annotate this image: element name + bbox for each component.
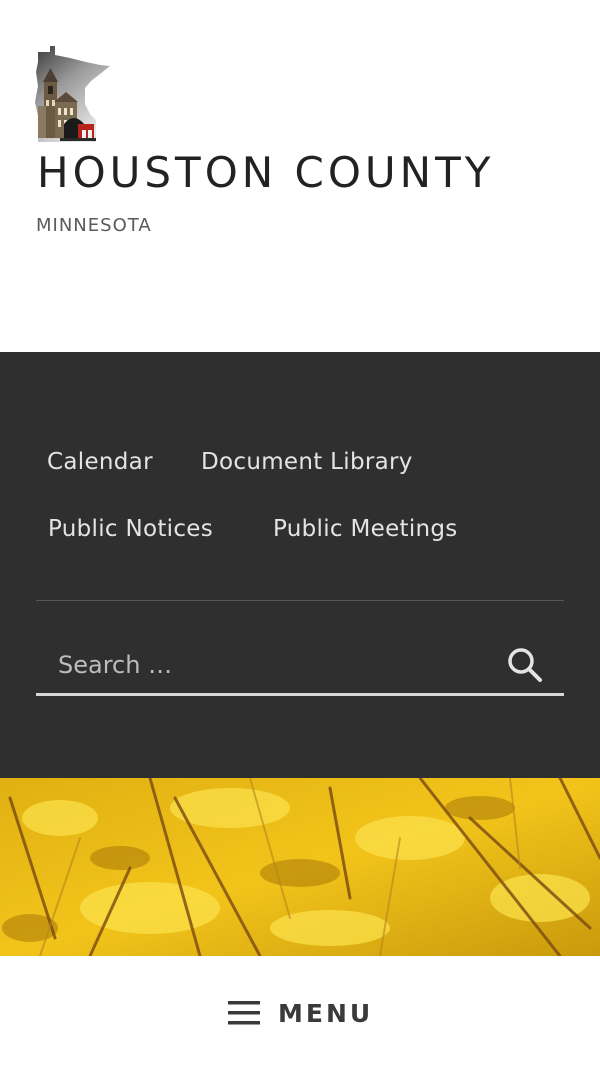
- menu-label: MENU: [278, 998, 374, 1028]
- golden-grass-image: [0, 778, 600, 956]
- nav-link-public-meetings[interactable]: Public Meetings: [273, 516, 458, 542]
- navigation-panel: Calendar Document Library Public Notices…: [0, 352, 600, 778]
- nav-link-calendar[interactable]: Calendar: [47, 449, 153, 475]
- menu-bar: MENU: [0, 956, 600, 1065]
- site-logo[interactable]: [34, 46, 110, 142]
- site-title[interactable]: HOUSTON COUNTY: [37, 148, 494, 197]
- search-form: [36, 636, 564, 696]
- nav-divider: [36, 600, 564, 601]
- nav-link-public-notices[interactable]: Public Notices: [48, 516, 213, 542]
- hero-image: [0, 778, 600, 956]
- site-header: HOUSTON COUNTY MINNESOTA: [0, 0, 600, 352]
- menu-toggle-button[interactable]: MENU: [228, 996, 373, 1030]
- search-icon: [508, 648, 542, 682]
- minnesota-courthouse-logo-icon: [35, 46, 110, 142]
- search-button[interactable]: [504, 644, 546, 686]
- hamburger-icon: [228, 1001, 260, 1025]
- nav-link-document-library[interactable]: Document Library: [201, 449, 413, 475]
- site-tagline: MINNESOTA: [36, 215, 152, 236]
- search-input[interactable]: [36, 636, 496, 694]
